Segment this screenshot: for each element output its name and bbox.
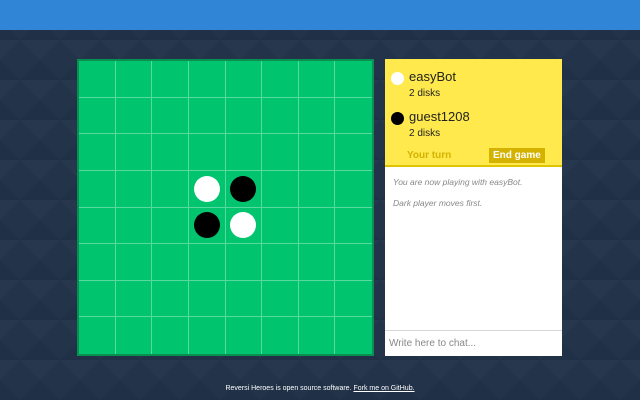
board-cell[interactable] [225,207,263,245]
board-cell[interactable] [335,98,372,135]
board-cell[interactable] [115,170,153,208]
board-cell[interactable] [225,97,263,135]
footer: Reversi Heroes is open source software. … [0,385,640,392]
player-disk-count: 2 disks [409,128,441,139]
board-cell[interactable] [335,171,372,208]
side-panel: easyBot 2 disks guest1208 2 disks Your t… [385,59,562,356]
board-cell[interactable] [115,61,153,98]
board-cell[interactable] [335,281,372,318]
white-disk [230,212,257,239]
chat-message: Dark player moves first. [393,198,483,208]
board-cell[interactable] [79,134,116,171]
board-cell[interactable] [335,317,372,354]
board-cell[interactable] [298,97,336,135]
board-cell[interactable] [79,317,116,354]
board-cell[interactable] [262,170,299,208]
board-cell[interactable] [335,208,372,245]
board-cell[interactable] [262,244,299,281]
black-disk [193,212,220,239]
board-cell[interactable] [225,170,263,208]
turn-indicator: Your turn [407,150,452,161]
board-cell[interactable] [188,134,226,171]
board-cell[interactable] [188,207,226,245]
board-cell[interactable] [152,61,189,98]
board-cell[interactable] [262,207,299,245]
players-panel: easyBot 2 disks guest1208 2 disks Your t… [385,59,562,167]
board-cell[interactable] [115,244,153,281]
board-cell[interactable] [189,317,226,354]
board-cell[interactable] [225,134,263,171]
board-cell[interactable] [79,61,116,98]
board-cell[interactable] [335,134,372,171]
board-cell[interactable] [188,244,226,281]
player-name: easyBot [409,69,456,84]
chat-messages: You are now playing with easyBot. Dark p… [393,177,558,219]
board-cell[interactable] [188,170,226,208]
board-cell[interactable] [299,317,336,354]
player-name: guest1208 [409,109,470,124]
board-cell[interactable] [335,244,372,281]
board-cell[interactable] [79,280,116,318]
black-disk-icon [391,112,404,125]
white-disk-icon [391,72,404,85]
board-cell[interactable] [152,170,189,208]
game-board[interactable] [77,59,374,356]
top-header-bar [0,0,640,30]
board-cell[interactable] [152,207,189,245]
board-cell[interactable] [298,207,336,245]
board-cell[interactable] [188,61,226,98]
board-cell[interactable] [225,61,263,98]
board-cell[interactable] [152,280,189,318]
board-cell[interactable] [262,97,299,135]
end-game-button[interactable]: End game [489,148,545,163]
board-cell[interactable] [115,280,153,318]
board-cell[interactable] [298,170,336,208]
board-cell[interactable] [152,317,189,354]
board-cell[interactable] [79,170,116,208]
board-cell[interactable] [188,97,226,135]
board-cell[interactable] [298,134,336,171]
board-cell[interactable] [188,280,226,318]
board-cell[interactable] [115,207,153,245]
board-cell[interactable] [298,61,336,98]
github-link[interactable]: Fork me on GitHub. [353,385,414,392]
white-disk [193,175,220,202]
board-cell[interactable] [115,97,153,135]
board-cell[interactable] [79,207,116,245]
board-cell[interactable] [152,134,189,171]
board-cell[interactable] [152,97,189,135]
chat-input[interactable] [385,330,562,356]
board-cell[interactable] [226,317,263,354]
board-cell[interactable] [298,280,336,318]
board-cell[interactable] [225,244,263,281]
board-cell[interactable] [79,244,116,281]
footer-text: Reversi Heroes is open source software. [225,385,354,392]
board-cell[interactable] [115,134,153,171]
black-disk [230,175,257,202]
board-cell[interactable] [335,61,372,98]
board-cell[interactable] [116,317,153,354]
board-cell[interactable] [262,280,299,318]
chat-message: You are now playing with easyBot. [393,177,523,187]
board-cell[interactable] [262,134,299,171]
board-cell[interactable] [152,244,189,281]
board-cell[interactable] [298,244,336,281]
player-disk-count: 2 disks [409,88,441,99]
board-cell[interactable] [262,61,299,98]
board-cell[interactable] [225,280,263,318]
board-cell[interactable] [262,317,299,354]
board-cell[interactable] [79,97,116,135]
